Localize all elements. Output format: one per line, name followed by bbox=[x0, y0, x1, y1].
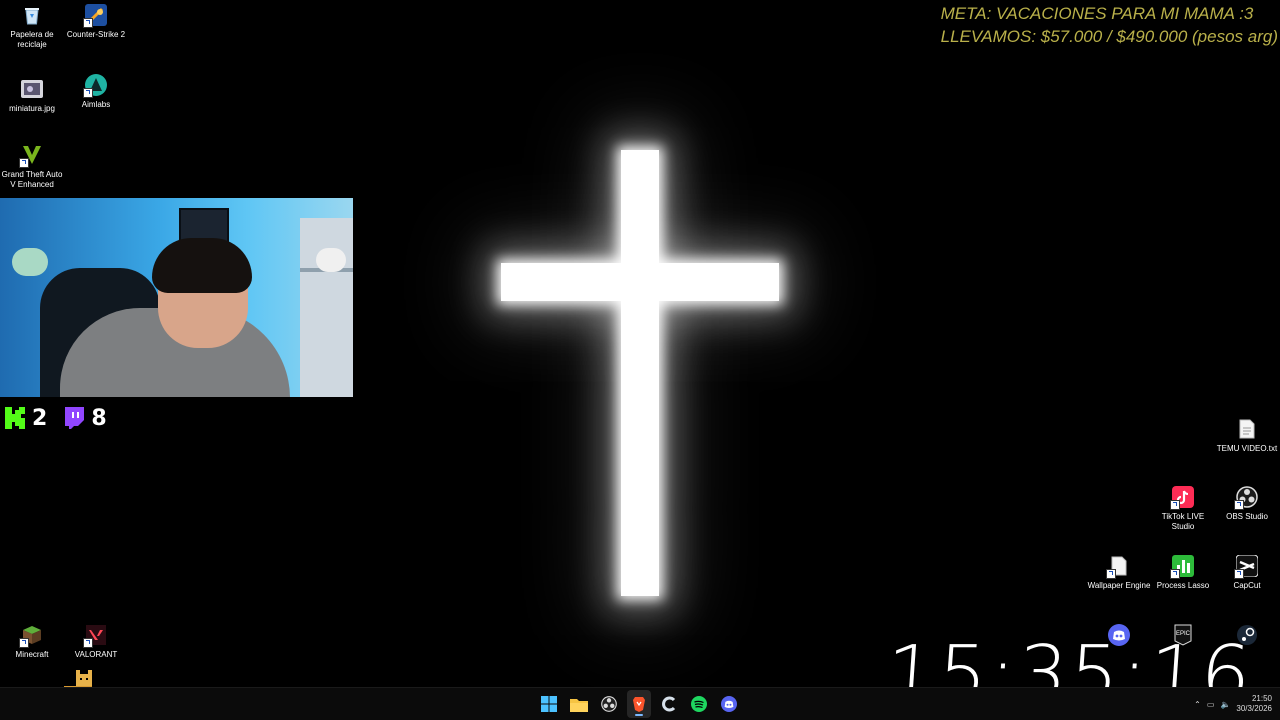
file-explorer-icon[interactable] bbox=[567, 690, 591, 718]
twitch-viewer-count: 8 bbox=[91, 405, 107, 431]
goal-title: META: VACACIONES PARA MI MAMA :3 bbox=[940, 4, 1254, 23]
image-file-icon bbox=[21, 78, 43, 100]
taskbar-time: 21:50 bbox=[1251, 694, 1272, 703]
desktop-icon-obs-studio[interactable]: OBS Studio bbox=[1214, 486, 1280, 522]
viewer-counts: 2 8 bbox=[4, 405, 107, 431]
ccleaner-icon[interactable] bbox=[657, 690, 681, 718]
capcut-icon bbox=[1234, 555, 1258, 579]
kick-viewer-count: 2 bbox=[32, 405, 48, 431]
desktop-icon-minecraft[interactable]: Minecraft bbox=[0, 624, 65, 660]
recycle-bin-icon bbox=[21, 4, 43, 26]
desktop-icon-wallpaper-engine[interactable]: Wallpaper Engine bbox=[1086, 555, 1152, 591]
obs-icon[interactable] bbox=[597, 690, 621, 718]
discord-icon[interactable] bbox=[717, 690, 741, 718]
webcam-feed bbox=[0, 198, 353, 397]
desktop-icon-aimlabs[interactable]: Aimlabs bbox=[63, 74, 129, 110]
valorant-icon bbox=[83, 624, 107, 648]
tiktok-live-icon bbox=[1170, 486, 1194, 510]
minecraft-icon bbox=[19, 624, 43, 648]
volume-icon[interactable]: 🔈 bbox=[1220, 700, 1230, 709]
desktop-icon-tiktok-live-studio[interactable]: TikTok LIVE Studio bbox=[1150, 486, 1216, 532]
taskbar-date: 30/3/2026 bbox=[1236, 704, 1272, 713]
aimlabs-icon bbox=[83, 74, 107, 98]
system-tray: ⌃ ▭ 🔈 21:50 30/3/2026 bbox=[1194, 688, 1272, 720]
desktop-icon-label: OBS Studio bbox=[1226, 512, 1268, 521]
desktop-icon-label: TikTok LIVE Studio bbox=[1161, 512, 1205, 531]
desktop-icon-recycle-bin[interactable]: Papelera de reciclaje bbox=[0, 4, 65, 50]
cross-wallpaper-vertical bbox=[621, 150, 659, 596]
desktop-icon-label: CapCut bbox=[1233, 581, 1261, 590]
chevron-up-icon[interactable]: ⌃ bbox=[1194, 700, 1201, 709]
donation-goal-overlay: META: VACACIONES PARA MI MAMA :3 LLEVAMO… bbox=[941, 2, 1278, 48]
desktop-icon-miniatura[interactable]: miniatura.jpg bbox=[0, 78, 65, 114]
desktop-icon-label: Grand Theft Auto V Enhanced bbox=[1, 170, 63, 189]
desktop-icon-label: Process Lasso bbox=[1156, 581, 1210, 590]
text-file-icon bbox=[1236, 418, 1258, 440]
goal-progress: LLEVAMOS: $57.000 / $490.000 (pesos arg) bbox=[940, 27, 1278, 46]
desktop-icon-label: TEMU VIDEO.txt bbox=[1216, 444, 1278, 453]
process-lasso-icon bbox=[1170, 555, 1194, 579]
taskbar-pinned-apps bbox=[537, 688, 741, 720]
battery-icon[interactable]: ▭ bbox=[1207, 700, 1215, 709]
desktop-icon-capcut[interactable]: CapCut bbox=[1214, 555, 1280, 591]
twitch-icon bbox=[65, 407, 85, 429]
desktop-icon-label: Minecraft bbox=[15, 650, 49, 659]
desktop-icon-gta-v[interactable]: Grand Theft Auto V Enhanced bbox=[0, 144, 65, 190]
taskbar: ⌃ ▭ 🔈 21:50 30/3/2026 bbox=[0, 687, 1280, 720]
wallpaper-engine-icon bbox=[1106, 555, 1130, 579]
desktop-icon-label: Wallpaper Engine bbox=[1087, 581, 1151, 590]
desktop-icon-label: Counter-Strike 2 bbox=[66, 30, 126, 39]
brave-browser-icon[interactable] bbox=[627, 690, 651, 718]
obs-icon bbox=[1234, 486, 1258, 510]
desktop-icon-label: VALORANT bbox=[74, 650, 118, 659]
desktop-icon-label: Aimlabs bbox=[81, 100, 111, 109]
spotify-icon[interactable] bbox=[687, 690, 711, 718]
desktop-icon-label: miniatura.jpg bbox=[9, 104, 55, 113]
desktop-icon-valorant[interactable]: VALORANT bbox=[63, 624, 129, 660]
desktop-icon-counter-strike-2[interactable]: Counter-Strike 2 bbox=[63, 4, 129, 40]
counter-strike-icon bbox=[83, 4, 107, 28]
kick-icon bbox=[5, 407, 25, 429]
gta-v-icon bbox=[19, 144, 43, 168]
desktop-icon-temu-video[interactable]: TEMU VIDEO.txt bbox=[1214, 418, 1280, 454]
desktop-icon-process-lasso[interactable]: Process Lasso bbox=[1150, 555, 1216, 591]
taskbar-clock[interactable]: 21:50 30/3/2026 bbox=[1236, 694, 1272, 714]
desktop-icon-label: Papelera de reciclaje bbox=[10, 30, 54, 49]
windows-start-icon[interactable] bbox=[537, 690, 561, 718]
